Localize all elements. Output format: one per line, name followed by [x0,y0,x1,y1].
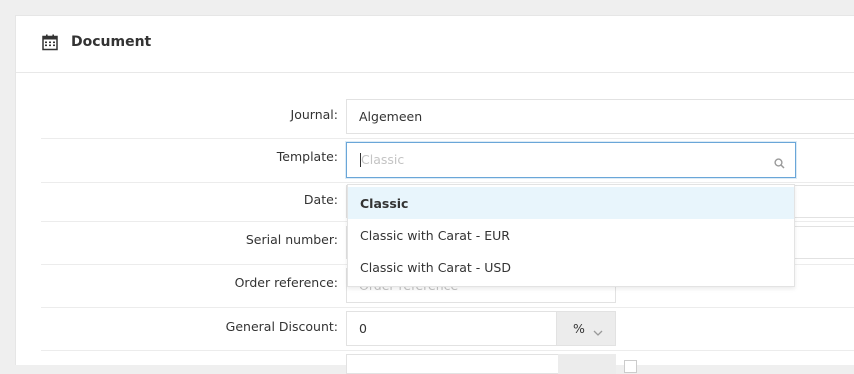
date-label: Date: [303,192,338,207]
template-search-input[interactable]: Classic [346,142,796,178]
general-discount-input[interactable]: 0 [346,311,558,346]
next-row-addon[interactable] [558,354,616,374]
journal-label: Journal: [290,107,338,122]
serial-number-label: Serial number: [245,232,338,247]
template-dropdown: Classic Classic with Carat - EUR Classic… [347,184,795,287]
option-label: Classic with Carat - EUR [360,228,510,243]
calendar-icon [42,34,58,55]
general-discount-label: General Discount: [225,319,338,334]
dropdown-option[interactable]: Classic [348,187,794,219]
discount-unit-label: % [573,321,585,336]
order-reference-label: Order reference: [234,275,338,290]
journal-value: Algemeen [359,109,423,124]
checkbox[interactable] [624,360,637,373]
template-label: Template: [276,149,338,164]
chevron-down-icon [593,325,603,340]
discount-unit-select[interactable]: % [556,311,616,346]
dropdown-option[interactable]: Classic with Carat - EUR [348,219,794,251]
dropdown-option[interactable]: Classic with Carat - USD [348,251,794,283]
panel-header: Document [16,16,854,73]
general-discount-value: 0 [359,321,367,336]
panel-title: Document [71,34,152,50]
template-placeholder: Classic [361,152,405,167]
search-icon [774,154,785,173]
option-label: Classic [360,196,409,211]
option-label: Classic with Carat - USD [360,260,511,275]
journal-field[interactable]: Algemeen [346,99,854,134]
